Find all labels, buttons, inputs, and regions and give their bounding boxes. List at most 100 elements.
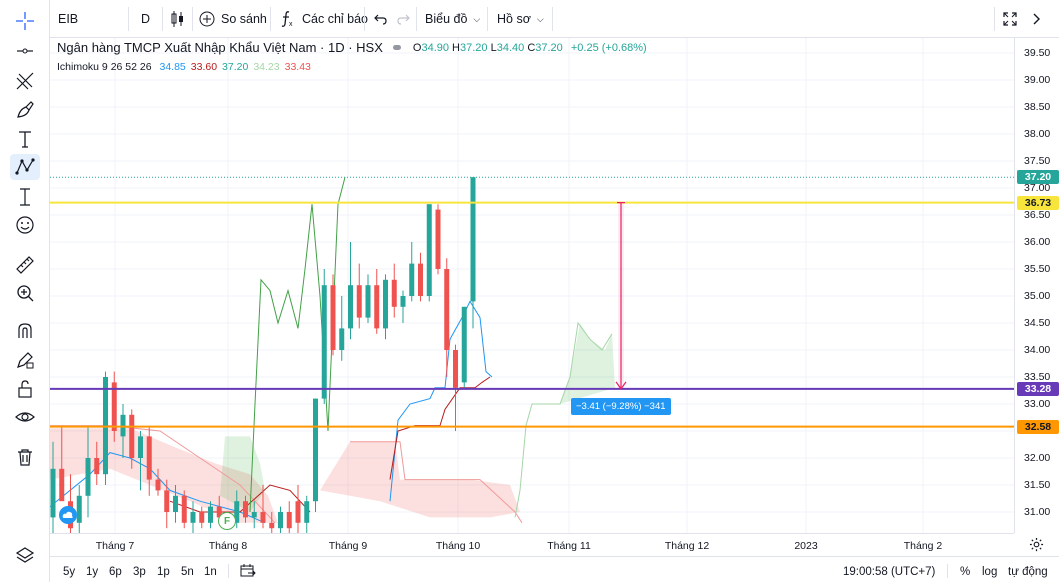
indicators-button[interactable]: x Các chỉ báo bbox=[280, 7, 368, 31]
range-5d[interactable]: 5n bbox=[181, 566, 194, 578]
candle bbox=[339, 296, 345, 361]
candle bbox=[461, 306, 467, 388]
candle-body bbox=[59, 468, 65, 502]
candle bbox=[400, 290, 406, 323]
candle-body bbox=[251, 512, 257, 518]
price-tick-label: 34.50 bbox=[1024, 317, 1051, 329]
price-tick-label: 34.00 bbox=[1024, 344, 1051, 356]
range-5y[interactable]: 5y bbox=[63, 566, 75, 578]
profile-menu-button[interactable]: Hồ sơ ⌵ bbox=[497, 7, 544, 31]
candle-body bbox=[269, 522, 275, 529]
interval-button[interactable]: D bbox=[141, 7, 150, 31]
range-6m[interactable]: 6p bbox=[109, 566, 122, 578]
candle-body bbox=[330, 285, 336, 350]
legend-toggle-icon[interactable] bbox=[392, 45, 401, 50]
candle bbox=[295, 485, 301, 533]
symbol-search-button[interactable]: EIB bbox=[58, 7, 78, 31]
candle bbox=[304, 495, 310, 533]
undo-button[interactable] bbox=[374, 7, 388, 31]
candle bbox=[330, 274, 336, 356]
log-scale-toggle[interactable]: log bbox=[982, 566, 997, 578]
candle-body bbox=[348, 285, 353, 329]
chart-settings-button[interactable] bbox=[1014, 533, 1059, 556]
pattern-tool[interactable] bbox=[10, 154, 40, 180]
range-icon bbox=[20, 188, 30, 206]
price-chart[interactable] bbox=[50, 38, 1014, 533]
earnings-event-icon[interactable]: F bbox=[218, 512, 236, 530]
tenkan-sen bbox=[389, 300, 493, 502]
bottom-divider bbox=[228, 564, 229, 578]
lock-drawings-tool[interactable] bbox=[10, 376, 40, 402]
drawing-toolbar bbox=[0, 0, 50, 582]
range-1y[interactable]: 1y bbox=[86, 566, 98, 578]
time-tick-label: Tháng 9 bbox=[328, 540, 368, 552]
candle-body bbox=[103, 377, 108, 475]
time-axis[interactable]: Tháng 7 Tháng 8 Tháng 9 Tháng 10 Tháng 11 Thá… bbox=[50, 533, 1014, 556]
time-tick-label: Tháng 10 bbox=[435, 540, 481, 552]
dividend-event-icon[interactable] bbox=[59, 506, 77, 524]
price-tick-label: 39.50 bbox=[1024, 47, 1051, 59]
price-tick-label: 38.00 bbox=[1024, 128, 1051, 140]
candle bbox=[278, 506, 283, 533]
hide-drawings-tool[interactable] bbox=[10, 404, 40, 430]
range-1d[interactable]: 1n bbox=[204, 566, 217, 578]
candle bbox=[374, 269, 380, 334]
candle bbox=[435, 204, 441, 275]
candle-body bbox=[339, 328, 345, 350]
candle bbox=[313, 398, 318, 512]
bottom-toolbar: 5y 1y 6p 3p 1p 5n 1n 19:00:58 (UTC+7) % … bbox=[50, 556, 1059, 582]
price-tick-label: 36.50 bbox=[1024, 209, 1051, 221]
brush-tool[interactable] bbox=[10, 97, 40, 123]
candle bbox=[470, 177, 476, 329]
object-tree-tool[interactable] bbox=[10, 543, 40, 569]
redo-button[interactable] bbox=[396, 7, 410, 31]
chevron-right-icon bbox=[1033, 13, 1040, 25]
remove-drawings-tool[interactable] bbox=[10, 444, 40, 470]
candle bbox=[321, 269, 327, 404]
indicator-legend[interactable]: Ichimoku 9 26 52 26 34.85 33.60 37.20 34.23… bbox=[57, 61, 311, 73]
chevron-down-icon: ⌵ bbox=[536, 13, 544, 24]
clock-label[interactable]: 19:00:58 (UTC+7) bbox=[843, 566, 935, 578]
compare-button[interactable]: So sánh bbox=[199, 7, 267, 31]
candle bbox=[76, 485, 82, 533]
candle-body bbox=[76, 495, 82, 523]
range-1m[interactable]: 1p bbox=[157, 566, 170, 578]
percent-scale-toggle[interactable]: % bbox=[960, 566, 970, 578]
chart-pane[interactable]: Ngân hàng TMCP Xuất Nhập Khẩu Việt Nam ·… bbox=[50, 38, 1014, 533]
crosshair-tool[interactable] bbox=[10, 8, 40, 34]
trash-icon bbox=[18, 449, 32, 466]
text-tool[interactable] bbox=[10, 126, 40, 152]
fullscreen-button[interactable] bbox=[1003, 7, 1017, 31]
candle bbox=[391, 263, 397, 318]
ruler-tool[interactable] bbox=[10, 252, 40, 278]
fib-tool[interactable] bbox=[10, 68, 40, 94]
candle-body bbox=[295, 501, 301, 523]
magnet-tool[interactable] bbox=[10, 318, 40, 344]
price-axis[interactable]: 39.50 39.00 38.50 38.00 37.50 37.00 36.50 36.00… bbox=[1014, 38, 1059, 533]
toolbar-divider bbox=[270, 7, 271, 31]
measure-label: −3.41 (−9.28%) −341 bbox=[571, 398, 671, 415]
chart-menu-button[interactable]: Biểu đồ ⌵ bbox=[425, 7, 480, 31]
measure-tool[interactable] bbox=[10, 184, 40, 210]
line-tool[interactable] bbox=[10, 38, 40, 64]
stay-in-drawing-tool[interactable] bbox=[10, 347, 40, 373]
candle bbox=[190, 501, 196, 533]
price-tick-label: 39.00 bbox=[1024, 74, 1051, 86]
price-badge: 36.73 bbox=[1017, 195, 1059, 210]
pencil-lock-icon bbox=[17, 352, 34, 369]
zoom-tool[interactable] bbox=[10, 280, 40, 306]
auto-scale-toggle[interactable]: tự động bbox=[1008, 566, 1048, 578]
toolbar-divider bbox=[162, 7, 163, 31]
range-3m[interactable]: 3p bbox=[133, 566, 146, 578]
candle bbox=[348, 242, 353, 340]
candle-body bbox=[435, 209, 441, 269]
more-button[interactable] bbox=[1031, 7, 1041, 31]
price-tick-label: 37.50 bbox=[1024, 155, 1051, 167]
candle-body bbox=[400, 296, 406, 307]
indicator-value: 34.85 bbox=[159, 61, 186, 73]
chart-type-button[interactable] bbox=[170, 7, 186, 31]
go-to-date-button[interactable] bbox=[240, 564, 256, 581]
candle-body bbox=[313, 398, 318, 502]
emoji-tool[interactable] bbox=[10, 212, 40, 238]
series-title: Ngân hàng TMCP Xuất Nhập Khẩu Việt Nam ·… bbox=[57, 40, 383, 55]
